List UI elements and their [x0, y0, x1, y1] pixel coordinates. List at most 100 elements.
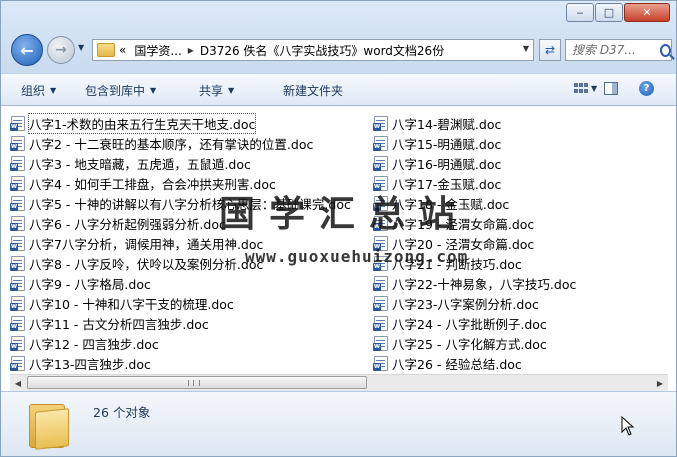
file-item[interactable]: 八字12 - 四言独步.doc	[10, 333, 351, 353]
file-item[interactable]: 八字11 - 古文分析四言独步.doc	[10, 313, 351, 333]
refresh-button[interactable]: ⇄	[539, 39, 561, 61]
file-item[interactable]: 八字22-十神易象，八字技巧.doc	[373, 273, 577, 293]
word-document-icon	[10, 175, 25, 191]
arrow-left-icon: ←	[20, 40, 34, 60]
minimize-icon[interactable]: ‒	[566, 3, 594, 22]
mouse-cursor-icon	[621, 416, 635, 436]
file-name: 八字15-明通赋.doc	[392, 136, 502, 152]
word-document-icon	[10, 295, 25, 311]
file-name: 八字6 - 八字分析起例强弱分析.doc	[29, 216, 226, 232]
word-document-icon	[373, 335, 388, 351]
word-document-icon	[373, 315, 388, 331]
forward-button[interactable]: →	[47, 36, 75, 64]
refresh-icon: ⇄	[544, 43, 556, 57]
search-icon[interactable]	[660, 43, 671, 57]
word-document-icon	[10, 135, 25, 151]
breadcrumb-current[interactable]: D3726 佚名《八字实战技巧》word文档26份	[200, 42, 444, 59]
file-item[interactable]: 八字9 - 八字格局.doc	[10, 273, 351, 293]
close-icon[interactable]: ✕	[624, 3, 670, 22]
organize-label: 组织	[21, 84, 46, 98]
file-column-1: 八字1-术数的由来五行生克天干地支.doc 八字2 - 十二衰旺的基本顺序，还有掌…	[10, 112, 351, 373]
file-name: 八字13-四言独步.doc	[29, 356, 151, 372]
window-chrome: ‒ □ ✕ ← → ▼ « 国学资... ▸ D3726 佚名《八字实战技巧》w…	[1, 1, 676, 73]
file-item[interactable]: 八字14-碧渊赋.doc	[373, 113, 576, 133]
word-document-icon	[10, 355, 25, 371]
horizontal-scrollbar[interactable]: ◀ ▶	[10, 374, 668, 391]
file-name: 八字1-术数的由来五行生克天干地支.doc	[27, 112, 257, 134]
preview-pane-icon[interactable]	[604, 82, 618, 95]
new-folder-button[interactable]: 新建文件夹	[283, 82, 343, 99]
file-item[interactable]: 八字23-八字案例分析.doc	[373, 293, 576, 313]
file-name: 八字24 - 八字批断例子.doc	[392, 316, 547, 332]
file-name: 八字10 - 十神和八字干支的梳理.doc	[29, 296, 234, 312]
file-item[interactable]: 八字26 - 经验总结.doc	[373, 353, 576, 373]
view-options-dropdown-icon[interactable]: ▼	[591, 84, 597, 93]
details-pane: 26 个对象	[1, 391, 676, 456]
file-name: 八字16-明通赋.doc	[392, 156, 502, 172]
file-name: 八字25 - 八字化解方式.doc	[392, 336, 547, 352]
chevron-down-icon: ▼	[50, 86, 57, 95]
include-in-library-label: 包含到库中	[85, 84, 146, 98]
command-bar: 组织 ▼ 包含到库中 ▼ 共享 ▼ 新建文件夹 ▼ ?	[1, 73, 676, 106]
scrollbar-thumb[interactable]	[27, 376, 367, 389]
scroll-left-icon[interactable]: ◀	[10, 375, 26, 391]
new-folder-label: 新建文件夹	[283, 84, 344, 98]
word-document-icon	[10, 215, 25, 231]
change-view-icon[interactable]	[574, 83, 588, 95]
word-document-icon	[373, 135, 388, 151]
file-name: 八字11 - 古文分析四言独步.doc	[29, 316, 209, 332]
file-name: 八字26 - 经验总结.doc	[392, 356, 522, 372]
share-button[interactable]: 共享 ▼	[199, 82, 234, 99]
object-count: 26 个对象	[93, 405, 151, 420]
breadcrumb-separator-icon[interactable]: ▸	[188, 43, 194, 57]
file-item[interactable]: 八字2 - 十二衰旺的基本顺序，还有掌诀的位置.doc	[10, 133, 351, 153]
search-input[interactable]	[566, 43, 658, 57]
file-name: 八字23-八字案例分析.doc	[392, 296, 539, 312]
file-item[interactable]: 八字1-术数的由来五行生克天干地支.doc	[10, 112, 351, 134]
breadcrumb-overflow[interactable]: «	[119, 43, 126, 57]
include-in-library-button[interactable]: 包含到库中 ▼	[85, 82, 156, 99]
help-icon[interactable]: ?	[639, 81, 654, 96]
word-document-icon	[10, 275, 25, 291]
word-document-icon	[10, 195, 25, 211]
breadcrumb-parent[interactable]: 国学资...	[134, 42, 181, 59]
file-item[interactable]: 八字15-明通赋.doc	[373, 133, 576, 153]
file-item[interactable]: 八字3 - 地支暗藏，五虎遁，五鼠遁.doc	[10, 153, 351, 173]
watermark-logo: 国学汇总站	[219, 194, 470, 235]
search-box[interactable]	[565, 39, 672, 61]
recent-pages-dropdown-icon[interactable]: ▼	[78, 43, 84, 52]
file-name: 八字3 - 地支暗藏，五虎遁，五鼠遁.doc	[29, 156, 251, 172]
file-item[interactable]: 八字25 - 八字化解方式.doc	[373, 333, 576, 353]
address-bar[interactable]: « 国学资... ▸ D3726 佚名《八字实战技巧》word文档26份 ▼	[92, 39, 534, 61]
file-name: 八字22-十神易象，八字技巧.doc	[392, 276, 577, 292]
word-document-icon	[373, 355, 388, 371]
word-document-icon	[10, 155, 25, 171]
organize-button[interactable]: 组织 ▼	[21, 82, 56, 99]
file-item[interactable]: 八字10 - 十神和八字干支的梳理.doc	[10, 293, 351, 313]
word-document-icon	[10, 115, 25, 131]
folder-icon	[97, 43, 115, 57]
chevron-down-icon: ▼	[228, 86, 235, 95]
file-item[interactable]: 八字13-四言独步.doc	[10, 353, 351, 373]
file-item[interactable]: 八字16-明通赋.doc	[373, 153, 576, 173]
file-list: 八字1-术数的由来五行生克天干地支.doc 八字2 - 十二衰旺的基本顺序，还有掌…	[9, 111, 668, 373]
address-dropdown-icon[interactable]: ▼	[523, 44, 529, 53]
word-document-icon	[373, 275, 388, 291]
file-column-2: 八字14-碧渊赋.doc八字15-明通赋.doc八字16-明通赋.doc八字17…	[373, 113, 577, 373]
caption-buttons: ‒ □ ✕	[565, 3, 670, 22]
scroll-right-icon[interactable]: ▶	[652, 375, 668, 391]
grip-icon	[188, 380, 200, 386]
word-document-icon	[10, 255, 25, 271]
folder-icon	[29, 400, 69, 450]
word-document-icon	[10, 315, 25, 331]
file-name: 八字12 - 四言独步.doc	[29, 336, 159, 352]
explorer-window: ‒ □ ✕ ← → ▼ « 国学资... ▸ D3726 佚名《八字实战技巧》w…	[0, 0, 677, 457]
word-document-icon	[10, 235, 25, 251]
file-item[interactable]: 八字24 - 八字批断例子.doc	[373, 313, 576, 333]
word-document-icon	[10, 335, 25, 351]
word-document-icon	[373, 115, 388, 131]
back-button[interactable]: ←	[11, 34, 43, 66]
maximize-icon[interactable]: □	[595, 3, 623, 22]
word-document-icon	[373, 155, 388, 171]
file-name: 八字8 - 八字反呤，伏呤以及案例分析.doc	[29, 256, 264, 272]
